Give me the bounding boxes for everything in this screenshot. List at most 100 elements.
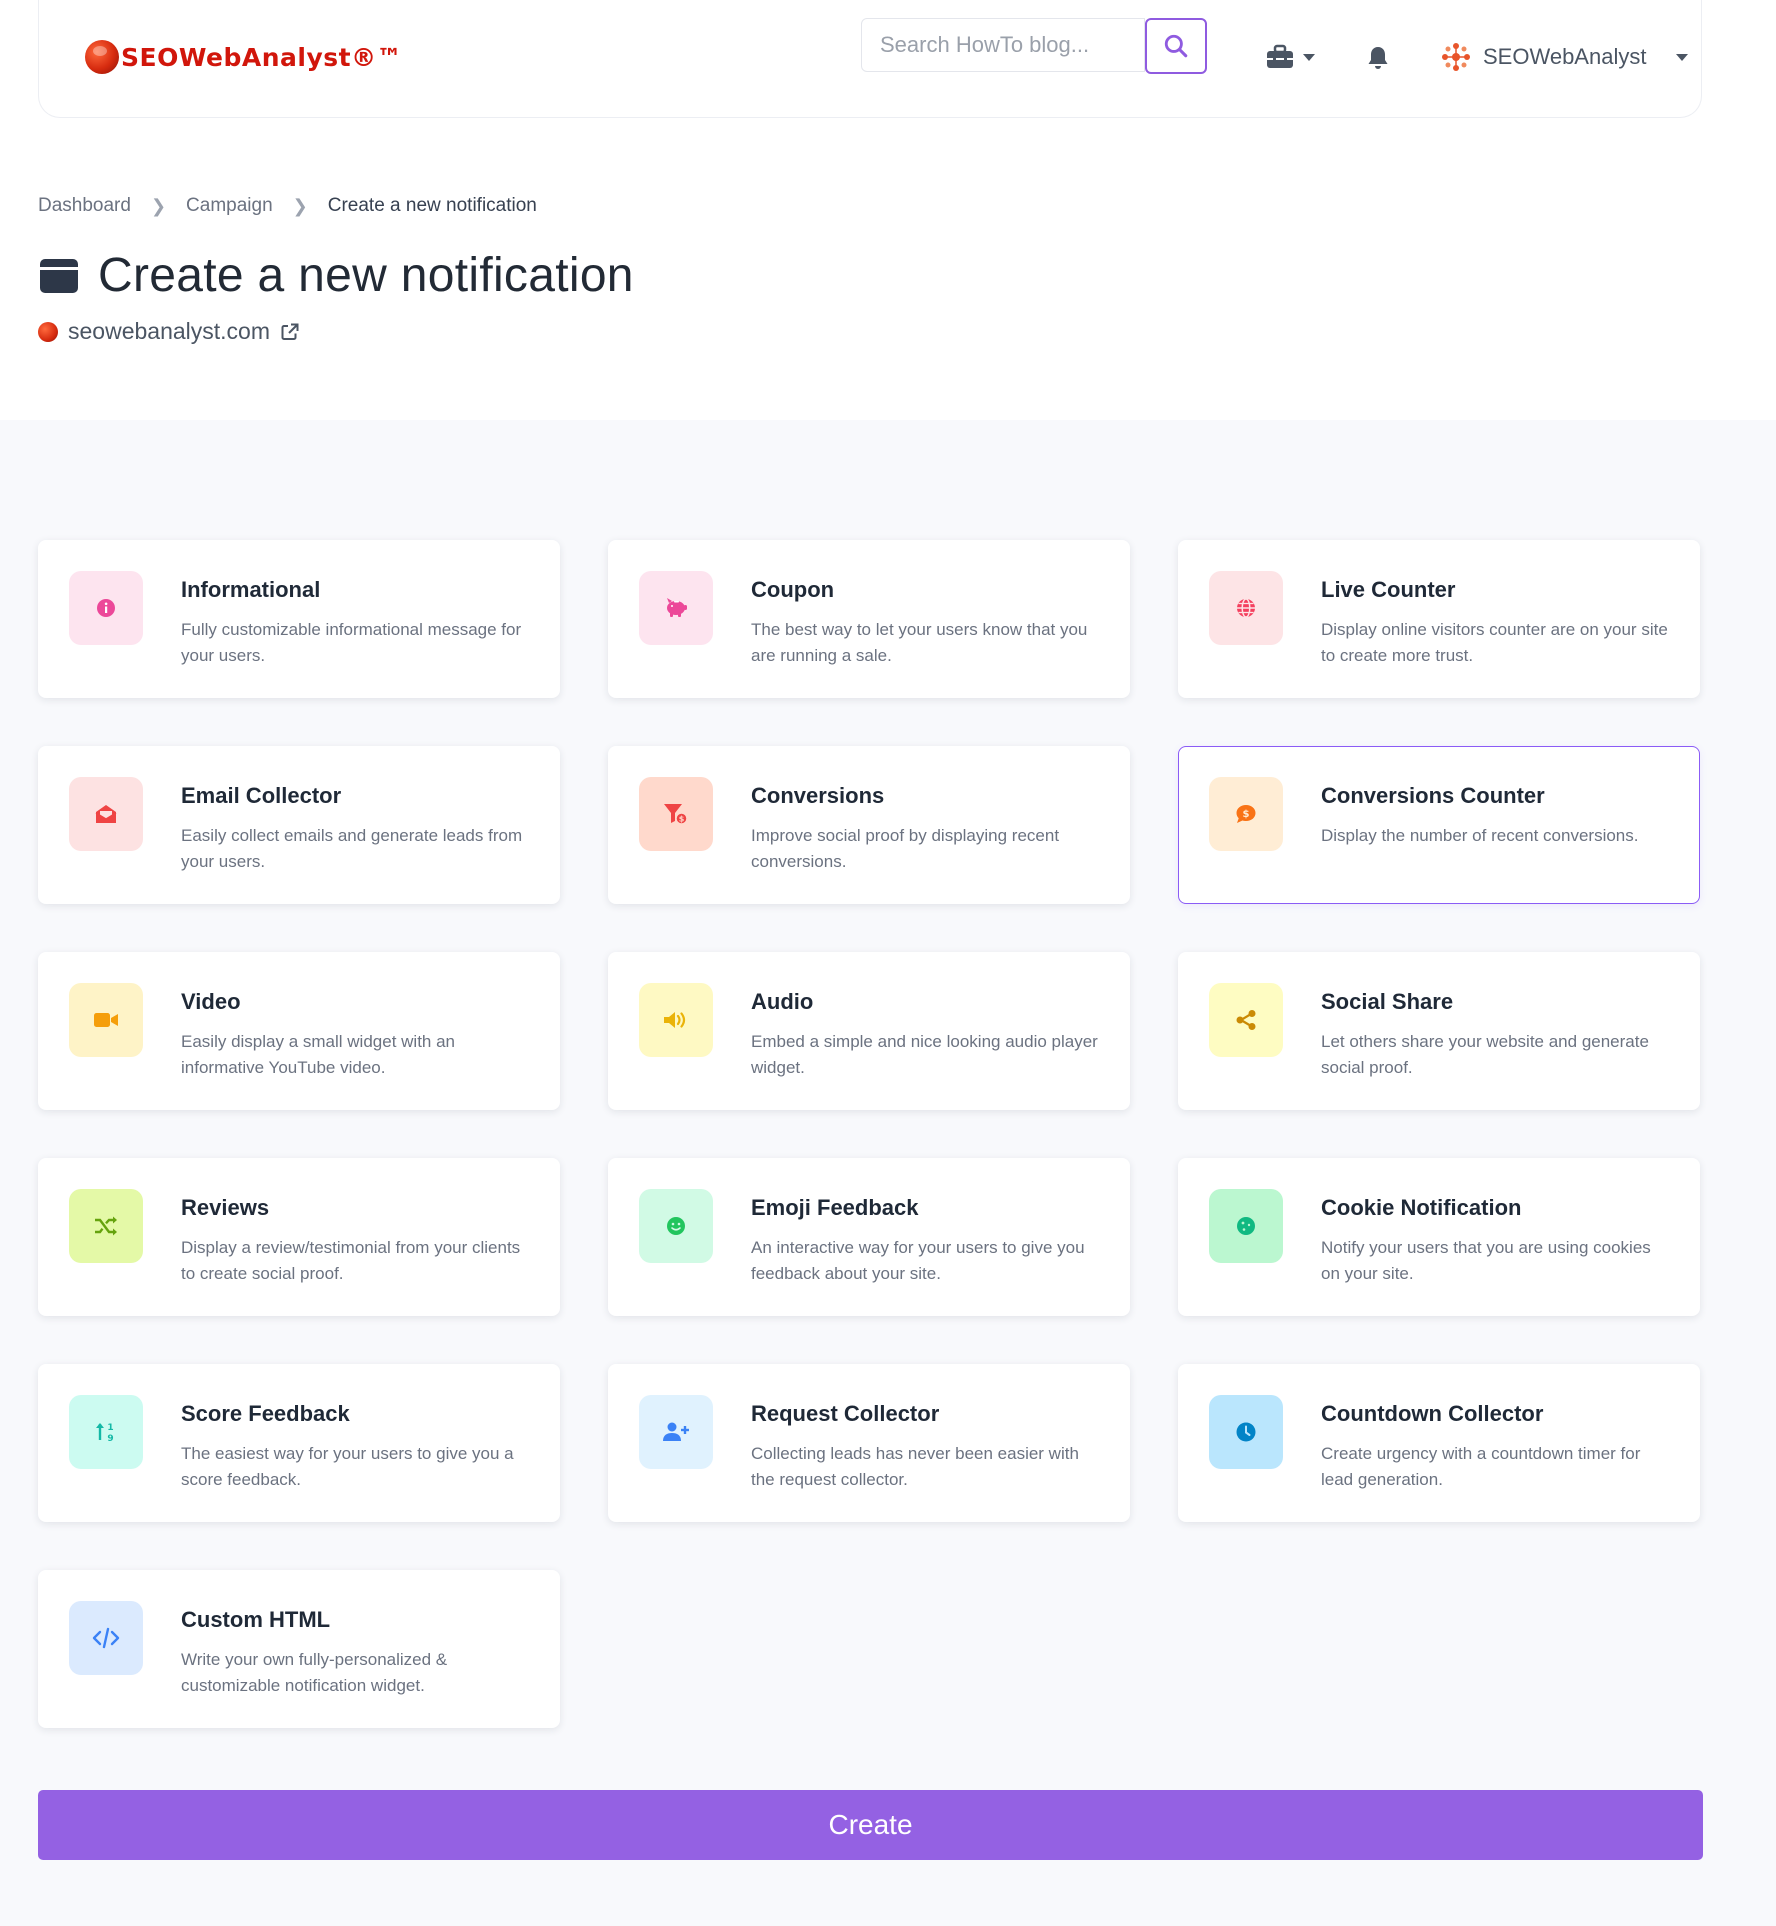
card-icon-box <box>69 571 143 645</box>
card-description: Write your own fully-personalized & cust… <box>181 1650 448 1695</box>
card-description: Collecting leads has never been easier w… <box>751 1444 1079 1489</box>
card-informational[interactable]: Informational Fully customizable informa… <box>38 540 560 698</box>
card-title: Email Collector <box>181 783 342 808</box>
card-icon-box: $ <box>639 777 713 851</box>
card-title: Custom HTML <box>181 1607 331 1632</box>
card-description: Display the number of recent conversions… <box>1321 826 1639 845</box>
clock-icon <box>1236 1422 1256 1442</box>
notification-types-grid: Informational Fully customizable informa… <box>38 540 1700 1728</box>
card-description: An interactive way for your users to giv… <box>751 1238 1085 1283</box>
breadcrumb-dashboard[interactable]: Dashboard <box>38 195 131 217</box>
globe-icon <box>1237 598 1255 618</box>
card-title: Coupon <box>751 577 835 602</box>
piggy-bank-icon <box>667 598 687 617</box>
card-title: Countdown Collector <box>1321 1401 1544 1426</box>
brand-suffix: ®™ <box>351 42 403 72</box>
search-box <box>861 18 1145 72</box>
card-icon-box <box>69 1601 143 1675</box>
card-social-share[interactable]: Social Share Let others share your websi… <box>1178 952 1700 1110</box>
card-conversions-counter[interactable]: $ Conversions Counter Display the number… <box>1178 746 1700 904</box>
share-icon <box>1236 1010 1256 1030</box>
search-input[interactable] <box>880 32 1126 58</box>
card-icon-box <box>1209 1395 1283 1469</box>
card-cookie-notification[interactable]: Cookie Notification Notify your users th… <box>1178 1158 1700 1316</box>
create-button[interactable]: Create <box>38 1790 1703 1860</box>
window-icon <box>40 258 78 293</box>
card-title: Live Counter <box>1321 577 1456 602</box>
card-reviews[interactable]: Reviews Display a review/testimonial fro… <box>38 1158 560 1316</box>
chevron-right-icon: ❯ <box>150 195 167 216</box>
toolbox-icon <box>1267 44 1293 68</box>
card-request-collector[interactable]: Request Collector Collecting leads has n… <box>608 1364 1130 1522</box>
svg-text:$: $ <box>1243 809 1250 820</box>
chevron-down-icon <box>1303 53 1315 61</box>
page-title-row: Create a new notification <box>40 248 634 303</box>
card-icon-box: $ <box>1209 777 1283 851</box>
card-title: Audio <box>751 989 814 1014</box>
comment-dollar-icon: $ <box>1236 805 1256 823</box>
card-title: Informational <box>181 577 321 602</box>
card-icon-box <box>69 777 143 851</box>
card-audio[interactable]: Audio Embed a simple and nice looking au… <box>608 952 1130 1110</box>
breadcrumb-campaign[interactable]: Campaign <box>186 195 273 217</box>
card-coupon[interactable]: Coupon The best way to let your users kn… <box>608 540 1130 698</box>
page-title: Create a new notification <box>98 249 634 302</box>
page-header: Dashboard ❯ Campaign ❯ Create a new noti… <box>0 118 1776 420</box>
card-icon-box <box>1209 571 1283 645</box>
card-description: Let others share your website and genera… <box>1321 1032 1649 1077</box>
card-description: Display a review/testimonial from your c… <box>181 1238 521 1283</box>
info-icon <box>97 599 115 617</box>
svg-text:1: 1 <box>107 1423 113 1433</box>
avatar <box>1442 43 1470 71</box>
top-navbar: SEOWebAnalyst ®™ Search HowTo blog... SEO… <box>38 0 1702 118</box>
breadcrumb: Dashboard ❯ Campaign ❯ Create a new noti… <box>38 195 537 217</box>
card-icon-box <box>69 1189 143 1263</box>
card-icon-box <box>639 1395 713 1469</box>
card-description: Notify your users that you are using coo… <box>1321 1238 1651 1283</box>
search-button[interactable] <box>1145 18 1207 74</box>
card-icon-box: 1 9 <box>69 1395 143 1469</box>
card-title: Conversions Counter <box>1321 783 1545 808</box>
card-description: The best way to let your users know that… <box>751 620 1088 665</box>
svg-text:$: $ <box>679 815 685 824</box>
card-emoji-feedback[interactable]: Emoji Feedback An interactive way for yo… <box>608 1158 1130 1316</box>
envelope-open-icon <box>95 805 117 823</box>
card-icon-box <box>639 571 713 645</box>
user-menu[interactable]: SEOWebAnalyst <box>1441 42 1689 72</box>
site-url: seowebanalyst.com <box>68 318 270 344</box>
card-description: Create urgency with a countdown timer fo… <box>1321 1444 1641 1489</box>
card-video[interactable]: Video Easily display a small widget with… <box>38 952 560 1110</box>
card-title: Social Share <box>1321 989 1454 1014</box>
cookie-icon <box>1237 1217 1255 1235</box>
card-description: Fully customizable informational message… <box>181 620 522 665</box>
funnel-dollar-icon: $ <box>664 804 688 825</box>
user-plus-icon <box>663 1422 689 1441</box>
breadcrumb-current: Create a new notification <box>327 195 537 216</box>
card-score-feedback[interactable]: 1 9 Score Feedback The easiest way for y… <box>38 1364 560 1522</box>
card-countdown-collector[interactable]: Countdown Collector Create urgency with … <box>1178 1364 1700 1522</box>
card-description: Easily collect emails and generate leads… <box>181 826 523 871</box>
sort-numeric-icon: 1 9 <box>96 1423 114 1444</box>
card-description: Display online visitors counter are on y… <box>1321 620 1668 665</box>
brand-logo[interactable]: SEOWebAnalyst®™ <box>85 40 402 74</box>
card-title: Reviews <box>181 1195 270 1220</box>
tools-dropdown[interactable] <box>1265 44 1315 70</box>
site-favicon-icon <box>38 321 58 342</box>
card-custom-html[interactable]: Custom HTML Write your own fully-persona… <box>38 1570 560 1728</box>
notifications-button[interactable] <box>1367 46 1389 75</box>
card-title: Conversions <box>751 783 885 808</box>
card-live-counter[interactable]: Live Counter Display online visitors cou… <box>1178 540 1700 698</box>
smile-icon <box>667 1217 685 1235</box>
card-title: Video <box>181 989 241 1014</box>
card-description: Embed a simple and nice looking audio pl… <box>751 1032 1098 1077</box>
code-icon <box>92 1627 120 1649</box>
site-link[interactable]: seowebanalyst.com <box>38 318 300 345</box>
card-description: Easily display a small widget with an in… <box>181 1032 456 1077</box>
card-conversions[interactable]: $ Conversions Improve social proof by di… <box>608 746 1130 904</box>
search-icon <box>1164 34 1188 58</box>
card-icon-box <box>1209 1189 1283 1263</box>
card-email-collector[interactable]: Email Collector Easily collect emails an… <box>38 746 560 904</box>
card-icon-box <box>639 1189 713 1263</box>
card-description: The easiest way for your users to give y… <box>181 1444 514 1489</box>
globe-logo-icon <box>85 40 119 74</box>
